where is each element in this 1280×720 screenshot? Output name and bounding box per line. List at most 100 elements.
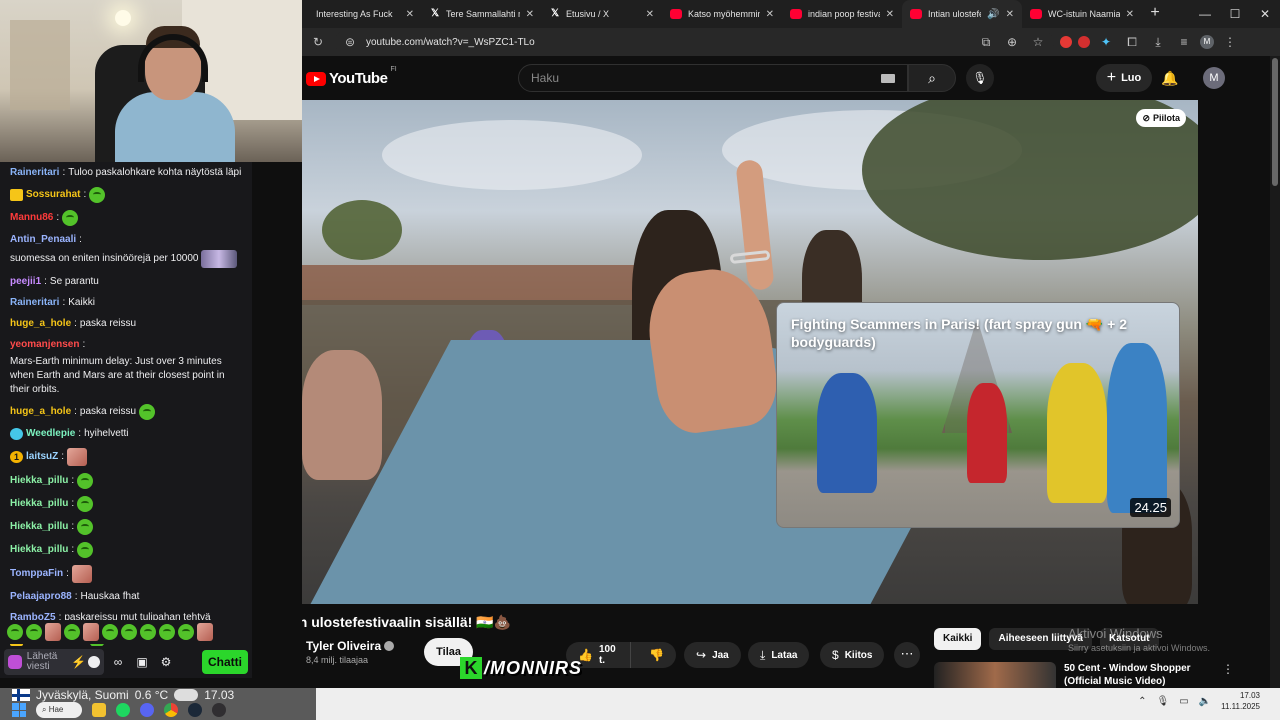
chat-username[interactable]: Antin_Penaali: [10, 233, 76, 247]
download-button[interactable]: ⤓ Lataa: [748, 642, 810, 668]
chat-emote[interactable]: [77, 496, 94, 512]
hide-endcards-button[interactable]: ⊘ Piilota: [1136, 109, 1186, 127]
chat-username[interactable]: Hiekka_pillu: [10, 520, 68, 534]
emote[interactable]: [7, 624, 23, 640]
emote[interactable]: [26, 624, 42, 640]
browser-tab[interactable]: indian poop festival ✕: [782, 0, 902, 28]
emote[interactable]: [102, 624, 118, 640]
extension-icon[interactable]: [1078, 36, 1090, 48]
tab-close-icon[interactable]: ✕: [1006, 9, 1014, 20]
tab-close-icon[interactable]: ✕: [526, 9, 534, 20]
search-input[interactable]: Haku: [518, 64, 908, 92]
chat-username[interactable]: huge_a_hole: [10, 405, 71, 419]
spotify-icon[interactable]: [116, 703, 130, 717]
infinity-icon[interactable]: ∞: [108, 652, 128, 672]
emote[interactable]: [140, 624, 156, 640]
chat-emote[interactable]: [139, 404, 156, 420]
start-button[interactable]: [12, 703, 26, 717]
browser-tab[interactable]: Intian ulostefesti 🔊 ✕: [902, 0, 1022, 28]
chat-username[interactable]: Raineritari: [10, 166, 59, 180]
file-explorer-icon[interactable]: [92, 703, 106, 717]
tab-close-icon[interactable]: ✕: [406, 9, 414, 20]
taskbar-search[interactable]: ⌕ Hae: [36, 702, 82, 718]
voice-search-button[interactable]: 🎙: [966, 64, 994, 92]
browser-tab[interactable]: Interesting As Fuck ✕: [302, 0, 422, 28]
volume-icon[interactable]: 🔈: [1199, 696, 1211, 707]
chat-username[interactable]: Mannu86: [10, 211, 53, 225]
gift-icon[interactable]: ▣: [132, 652, 152, 672]
network-icon[interactable]: ▭: [1179, 696, 1188, 707]
video-player[interactable]: ⊘ Piilota Fighting Scammers in Paris! (f…: [302, 100, 1198, 604]
steam-icon[interactable]: [188, 703, 202, 717]
browser-tab[interactable]: 𝕏 Etusivu / X ✕: [542, 0, 662, 28]
search-button[interactable]: ⌕: [908, 64, 956, 92]
bits-icon[interactable]: ⚡: [71, 652, 86, 672]
chat-username[interactable]: Hiekka_pillu: [10, 497, 68, 511]
filter-chip[interactable]: Kaikki: [934, 628, 982, 650]
chat-username[interactable]: peejii1: [10, 275, 41, 289]
emote[interactable]: [45, 623, 61, 641]
extensions-puzzle-icon[interactable]: ⧠: [1122, 32, 1142, 52]
chat-username[interactable]: Hiekka_pillu: [10, 543, 68, 557]
tab-audio-icon[interactable]: 🔊: [987, 9, 999, 20]
emote[interactable]: [159, 624, 175, 640]
mic-tray-icon[interactable]: 🎙: [1157, 696, 1170, 707]
browser-tab[interactable]: WC-istuin Naamiaisa ✕: [1022, 0, 1142, 28]
profile-avatar[interactable]: M: [1200, 35, 1214, 49]
chat-username[interactable]: Hiekka_pillu: [10, 474, 68, 488]
chat-emote[interactable]: [77, 473, 94, 489]
extension-icon[interactable]: ✦: [1096, 32, 1116, 52]
chat-send-button[interactable]: Chatti: [202, 650, 248, 674]
new-tab-button[interactable]: +: [1142, 0, 1168, 28]
more-icon[interactable]: ⋮: [1222, 662, 1234, 688]
tab-close-icon[interactable]: ✕: [646, 9, 654, 20]
chat-username[interactable]: Pelaajapro88: [10, 590, 72, 604]
chat-username[interactable]: Weedlepie: [26, 427, 75, 441]
tab-close-icon[interactable]: ✕: [886, 9, 894, 20]
maximize-icon[interactable]: ☐: [1220, 0, 1250, 28]
emote[interactable]: [197, 623, 213, 641]
emote[interactable]: [121, 624, 137, 640]
browser-tab[interactable]: Katso myöhemmin ✕: [662, 0, 782, 28]
menu-icon[interactable]: ⋮: [1220, 32, 1240, 52]
address-bar[interactable]: ⊜ youtube.com/watch?v=_WsPZC1-TLo ⧉ ⊕ ☆: [334, 31, 1054, 53]
dislike-button[interactable]: 👎: [637, 648, 676, 662]
recommendation-item[interactable]: 50 Cent - Window Shopper (Official Music…: [934, 662, 1234, 688]
chat-emote[interactable]: [71, 565, 92, 583]
chat-username[interactable]: Sossurahat: [26, 188, 80, 202]
chat-username[interactable]: Raineritari: [10, 296, 59, 310]
page-scrollbar[interactable]: [1270, 56, 1280, 688]
close-icon[interactable]: ✕: [1250, 0, 1280, 28]
emoji-icon[interactable]: [88, 656, 100, 668]
chat-emote[interactable]: [62, 210, 79, 226]
chat-emote[interactable]: [77, 542, 94, 558]
more-actions-icon[interactable]: ⋯: [894, 642, 920, 668]
chat-username[interactable]: yeomanjensen: [10, 338, 79, 352]
chat-emote[interactable]: [89, 187, 106, 203]
mic-icon[interactable]: [8, 655, 22, 669]
chat-emote[interactable]: [67, 448, 88, 466]
media-icon[interactable]: ≡: [1174, 32, 1194, 52]
notifications-bell-icon[interactable]: 🔔: [1160, 68, 1180, 88]
emote[interactable]: [64, 624, 80, 640]
keyboard-icon[interactable]: [881, 73, 895, 83]
chat-username[interactable]: huge_a_hole: [10, 317, 71, 331]
bookmark-star-icon[interactable]: ☆: [1028, 32, 1048, 52]
zoom-icon[interactable]: ⊕: [1002, 32, 1022, 52]
chat-emote[interactable]: [201, 250, 238, 268]
channel-name[interactable]: Tyler Oliveira: [306, 639, 381, 653]
tab-close-icon[interactable]: ✕: [1126, 9, 1134, 20]
account-avatar[interactable]: M: [1203, 67, 1225, 89]
emote[interactable]: [83, 623, 99, 641]
emote[interactable]: [178, 624, 194, 640]
thanks-button[interactable]: $ Kiitos: [820, 642, 885, 668]
chat-username[interactable]: TomppaFin: [10, 567, 63, 581]
cast-icon[interactable]: ⧉: [976, 32, 996, 52]
chat-username[interactable]: laitsuZ: [26, 450, 58, 464]
create-button[interactable]: + Luo: [1096, 64, 1152, 92]
chrome-icon[interactable]: [164, 703, 178, 717]
site-info-icon[interactable]: ⊜: [340, 32, 360, 52]
chat-emote[interactable]: [77, 519, 94, 535]
reload-icon[interactable]: ↻: [308, 32, 328, 52]
obs-icon[interactable]: [212, 703, 226, 717]
